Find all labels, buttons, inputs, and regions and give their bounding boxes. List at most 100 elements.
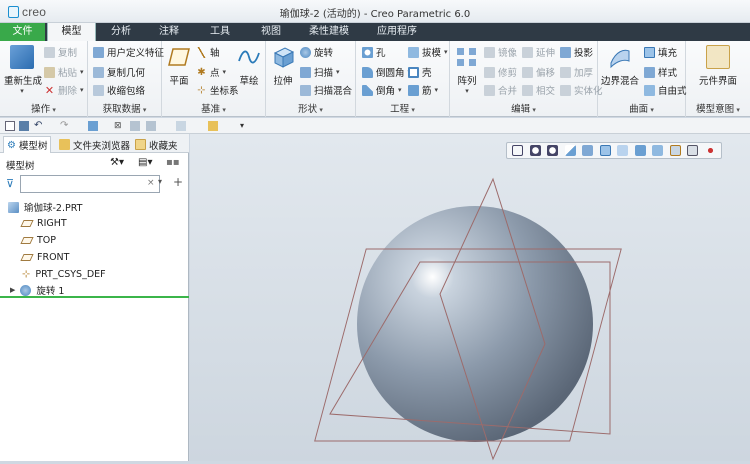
navigator-panel: ⚙ 模型树 文件夹浏览器 收藏夹 模型树 ⚒▾ ▤▾ ▪▪ ⊽ × ▾ + 瑜伽…: [0, 134, 189, 461]
saved-orientations-icon[interactable]: [599, 145, 611, 156]
regenerate-small-icon[interactable]: [88, 121, 98, 131]
new-file-icon[interactable]: [5, 121, 15, 131]
solidify-button[interactable]: 实体化: [560, 83, 603, 97]
tab-flexible-modeling[interactable]: 柔性建模: [296, 23, 362, 41]
component-interface-button[interactable]: 元件界面: [690, 45, 746, 87]
tree-item-top[interactable]: TOP: [20, 233, 56, 247]
regenerate-label: 重新生成: [4, 76, 43, 87]
group-label-get-data[interactable]: 获取数据: [88, 101, 161, 115]
revolve-button[interactable]: 旋转: [300, 45, 333, 59]
section-icon[interactable]: [652, 145, 664, 156]
tab-model[interactable]: 模型: [47, 23, 96, 41]
navigator-tabs: ⚙ 模型树 文件夹浏览器 收藏夹: [0, 134, 189, 153]
freestyle-button[interactable]: 自由式: [644, 83, 687, 97]
tab-tools[interactable]: 工具: [194, 23, 246, 41]
pattern-button[interactable]: 阵列 ▾: [454, 45, 480, 95]
group-label-shapes[interactable]: 形状: [266, 101, 355, 115]
graphics-window[interactable]: [190, 134, 750, 461]
csys-button[interactable]: ⊹ 坐标系: [196, 83, 238, 98]
display-style-icon[interactable]: [582, 145, 594, 156]
udf-button[interactable]: 用户定义特征: [93, 45, 164, 59]
tree-item-front[interactable]: FRONT: [20, 250, 69, 264]
settings-icon[interactable]: ⚒▾: [110, 157, 124, 168]
regenerate-button[interactable]: 重新生成 ▾: [4, 45, 43, 95]
copy-geometry-button[interactable]: 复制几何: [93, 65, 145, 79]
perspective-icon[interactable]: [634, 145, 646, 156]
chevron-down-icon[interactable]: ▾: [158, 177, 162, 186]
tree-item-revolve[interactable]: ▶ 旋转 1: [10, 283, 64, 297]
tab-view[interactable]: 视图: [248, 23, 294, 41]
zoom-in-icon[interactable]: [529, 145, 541, 156]
tab-applications[interactable]: 应用程序: [364, 23, 430, 41]
group-label-model-intent[interactable]: 模型意图: [686, 101, 750, 115]
filter-icon[interactable]: ⊽: [6, 177, 14, 190]
hole-button[interactable]: 孔: [362, 45, 386, 59]
paste-button[interactable]: 粘贴 ▾: [44, 65, 84, 79]
trim-button[interactable]: 修剪: [484, 65, 517, 79]
annotation-display-icon[interactable]: [704, 145, 716, 156]
redo-icon[interactable]: ↷: [60, 121, 70, 131]
draft-button[interactable]: 拔模 ▾: [408, 45, 448, 59]
extend-button[interactable]: 延伸: [522, 45, 555, 59]
fill-button[interactable]: 填充: [644, 45, 677, 59]
shrinkwrap-button[interactable]: 收缩包络: [93, 83, 145, 97]
group-label-editing[interactable]: 编辑: [450, 101, 597, 115]
clear-filter-icon[interactable]: ×: [147, 178, 155, 188]
tree-item-part[interactable]: 瑜伽球-2.PRT: [8, 200, 82, 214]
refit-icon[interactable]: [512, 145, 524, 156]
window-icon[interactable]: [130, 121, 140, 131]
tab-file[interactable]: 文件: [0, 23, 45, 41]
add-filter-icon[interactable]: +: [173, 175, 183, 189]
point-button[interactable]: ✱ 点 ▾: [196, 65, 226, 80]
save-icon[interactable]: [19, 121, 29, 131]
boundary-blend-button[interactable]: 边界混合: [600, 45, 640, 87]
show-icon[interactable]: ▤▾: [138, 157, 152, 168]
tab-model-tree[interactable]: ⚙ 模型树: [3, 136, 52, 153]
tab-favorites[interactable]: 收藏夹: [132, 136, 181, 153]
sphere-body[interactable]: [357, 206, 593, 442]
copy-button[interactable]: 复制: [44, 45, 77, 59]
tree-filter-input[interactable]: [20, 175, 160, 193]
project-button[interactable]: 投影: [560, 45, 593, 59]
group-label-engineering[interactable]: 工程: [356, 101, 449, 115]
swept-blend-button[interactable]: 扫描混合: [300, 83, 352, 97]
display-icon[interactable]: [146, 121, 156, 131]
extrude-button[interactable]: 拉伸: [270, 45, 296, 87]
tree-item-right[interactable]: RIGHT: [20, 216, 67, 230]
datum-display-icon[interactable]: [669, 145, 681, 156]
tab-analysis[interactable]: 分析: [98, 23, 144, 41]
open-folder-icon[interactable]: [208, 121, 218, 131]
rib-button[interactable]: 筋 ▾: [408, 83, 438, 97]
group-label-operations[interactable]: 操作: [0, 101, 87, 115]
spin-center-icon[interactable]: [687, 145, 699, 156]
repaint-icon[interactable]: [564, 145, 576, 156]
chamfer-button[interactable]: 倒角 ▾: [362, 83, 402, 97]
tab-folder-browser[interactable]: 文件夹浏览器: [56, 136, 133, 153]
tab-annotate[interactable]: 注释: [146, 23, 192, 41]
group-label-surfaces[interactable]: 曲面: [598, 101, 685, 115]
intersect-button[interactable]: 相交: [522, 83, 555, 97]
select-icon[interactable]: [176, 121, 186, 131]
shell-button[interactable]: 壳: [408, 65, 432, 79]
close-window-icon[interactable]: ⊠: [114, 121, 124, 131]
undo-icon[interactable]: ↶: [34, 121, 44, 131]
thicken-button[interactable]: 加厚: [560, 65, 593, 79]
axis-button[interactable]: 轴: [196, 45, 220, 59]
insert-indicator[interactable]: [0, 296, 189, 298]
style-button[interactable]: 样式: [644, 65, 677, 79]
delete-button[interactable]: ✕ 删除 ▾: [44, 83, 84, 98]
view-manager-icon[interactable]: [617, 145, 629, 156]
plane-button[interactable]: 平面: [166, 45, 192, 87]
customize-icon[interactable]: ▾: [240, 121, 250, 131]
sketch-button[interactable]: 草绘: [236, 45, 262, 87]
tree-item-csys[interactable]: ⊹ PRT_CSYS_DEF: [22, 267, 106, 281]
expand-arrow-icon[interactable]: ▶: [10, 286, 15, 294]
mirror-button[interactable]: 镜像: [484, 45, 517, 59]
merge-button[interactable]: 合并: [484, 83, 517, 97]
sweep-button[interactable]: 扫描 ▾: [300, 65, 340, 79]
more-icon[interactable]: ▪▪: [166, 157, 180, 168]
zoom-out-icon[interactable]: [547, 145, 559, 156]
group-label-datum[interactable]: 基准: [162, 101, 265, 115]
offset-button[interactable]: 偏移: [522, 65, 555, 79]
round-button[interactable]: 倒圆角 ▾: [362, 65, 411, 79]
